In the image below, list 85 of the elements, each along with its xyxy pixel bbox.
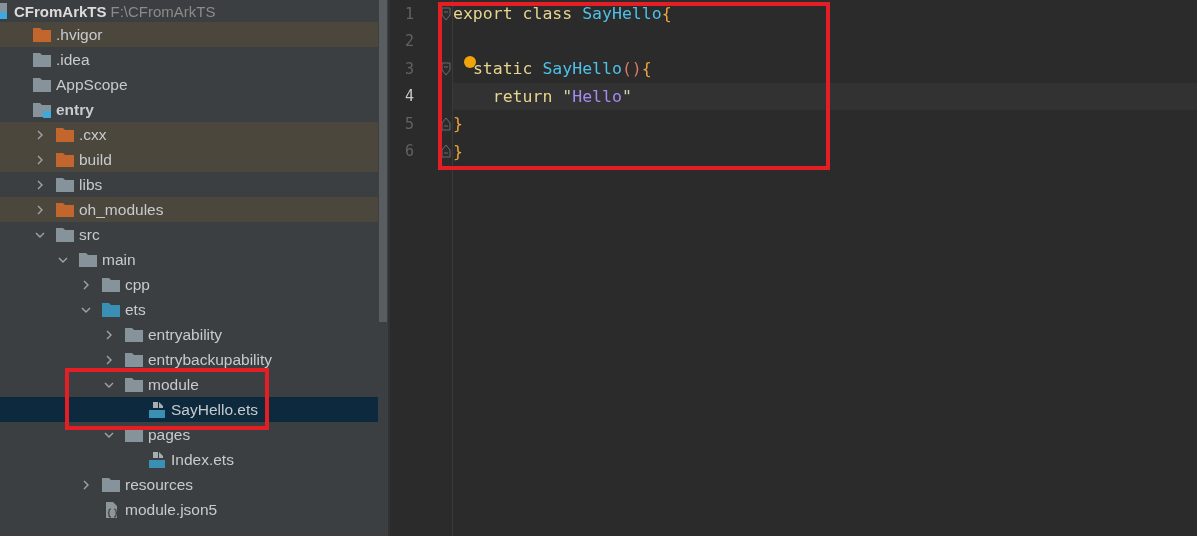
tree-item-label: oh_modules bbox=[79, 200, 164, 219]
tree-item-label: cpp bbox=[125, 275, 150, 294]
tree-row[interactable]: SayHello.ets bbox=[0, 397, 378, 422]
tree-row[interactable]: entrybackupability bbox=[0, 347, 378, 372]
folder-icon bbox=[33, 76, 51, 93]
folder-icon bbox=[79, 251, 97, 268]
fold-marker-icon[interactable] bbox=[441, 6, 451, 21]
line-number: 3 bbox=[403, 59, 414, 78]
folder-icon bbox=[56, 226, 74, 243]
chevron-right-icon[interactable] bbox=[35, 129, 45, 140]
tree-row[interactable]: cpp bbox=[0, 272, 378, 297]
chevron-right-icon[interactable] bbox=[104, 329, 114, 340]
line-number: 6 bbox=[403, 142, 414, 161]
folder-icon bbox=[125, 376, 143, 393]
tree-row[interactable]: module.json5 bbox=[0, 497, 378, 522]
tree-item-label: SayHello.ets bbox=[171, 400, 258, 419]
tree-item-label: entryability bbox=[148, 325, 223, 344]
tree-row[interactable]: .cxx bbox=[0, 122, 378, 147]
tree-item-label: AppScope bbox=[56, 75, 128, 94]
tree-item-label: libs bbox=[79, 175, 103, 194]
chevron-right-icon[interactable] bbox=[81, 279, 91, 290]
ets-file-icon bbox=[148, 451, 166, 468]
folder-icon bbox=[56, 151, 74, 168]
tree-row[interactable]: entryability bbox=[0, 322, 378, 347]
tree-item-label: pages bbox=[148, 425, 191, 444]
line-number: 4 bbox=[403, 87, 414, 106]
chevron-right-icon[interactable] bbox=[104, 354, 114, 365]
folder-icon bbox=[102, 276, 120, 293]
folder-icon bbox=[56, 201, 74, 218]
tree-item-label: ets bbox=[125, 300, 146, 319]
tree-item-label: Index.ets bbox=[171, 450, 234, 469]
tree-row[interactable]: pages bbox=[0, 422, 378, 447]
module-folder-icon bbox=[33, 101, 51, 118]
tree-item-label: entry bbox=[56, 100, 94, 119]
ets-file-icon bbox=[148, 401, 166, 418]
chevron-right-icon[interactable] bbox=[35, 204, 45, 215]
tree-row[interactable]: build bbox=[0, 147, 378, 172]
project-icon bbox=[0, 3, 10, 19]
folder-icon bbox=[125, 351, 143, 368]
tree-row[interactable]: libs bbox=[0, 172, 378, 197]
tree-row[interactable]: .idea bbox=[0, 47, 378, 72]
folder-icon bbox=[102, 476, 120, 493]
tree-row[interactable]: main bbox=[0, 247, 378, 272]
tree-row[interactable]: .hvigor bbox=[0, 22, 378, 47]
tree-item-label: src bbox=[79, 225, 100, 244]
folder-icon bbox=[125, 326, 143, 343]
tree-row[interactable]: src bbox=[0, 222, 378, 247]
project-name: CFromArkTS bbox=[14, 2, 107, 20]
tree-row[interactable]: module bbox=[0, 372, 378, 397]
fold-marker-icon[interactable] bbox=[441, 61, 451, 76]
tree-item-label: .hvigor bbox=[56, 25, 103, 44]
line-number: 5 bbox=[403, 114, 414, 133]
tree-item-label: build bbox=[79, 150, 112, 169]
tree-item-label: main bbox=[102, 250, 136, 269]
tree-item-label: entrybackupability bbox=[148, 350, 273, 369]
tree-row[interactable]: oh_modules bbox=[0, 197, 378, 222]
folder-icon bbox=[56, 126, 74, 143]
tree-row[interactable]: resources bbox=[0, 472, 378, 497]
tree-row[interactable]: entry bbox=[0, 97, 378, 122]
code-line: } bbox=[453, 141, 463, 161]
tree-item-label: module bbox=[148, 375, 199, 394]
tree-item-label: .idea bbox=[56, 50, 90, 69]
code-line: } bbox=[453, 114, 463, 134]
tree-row[interactable]: AppScope bbox=[0, 72, 378, 97]
code-line: static SayHello(){ bbox=[472, 59, 652, 79]
chevron-right-icon[interactable] bbox=[81, 479, 91, 490]
tree-row[interactable]: ets bbox=[0, 297, 378, 322]
tree-item-label: .cxx bbox=[79, 125, 107, 144]
scrollbar-thumb[interactable] bbox=[379, 0, 387, 322]
folder-icon bbox=[56, 176, 74, 193]
line-number: 2 bbox=[403, 32, 414, 51]
folder-icon bbox=[33, 51, 51, 68]
chevron-right-icon[interactable] bbox=[35, 179, 45, 190]
project-path: F:\CFromArkTS bbox=[110, 2, 216, 20]
line-number: 1 bbox=[403, 4, 414, 23]
folder-icon bbox=[102, 301, 120, 318]
fold-marker-icon[interactable] bbox=[441, 144, 451, 159]
tree-item-label: resources bbox=[125, 475, 194, 494]
folder-icon bbox=[33, 26, 51, 43]
code-line: export class SayHello{ bbox=[453, 4, 672, 24]
fold-marker-icon[interactable] bbox=[441, 116, 451, 131]
chevron-right-icon[interactable] bbox=[35, 154, 45, 165]
tree-item-label: module.json5 bbox=[125, 500, 218, 519]
tree-row[interactable]: Index.ets bbox=[0, 447, 378, 472]
code-line: return "Hello" bbox=[492, 86, 632, 106]
